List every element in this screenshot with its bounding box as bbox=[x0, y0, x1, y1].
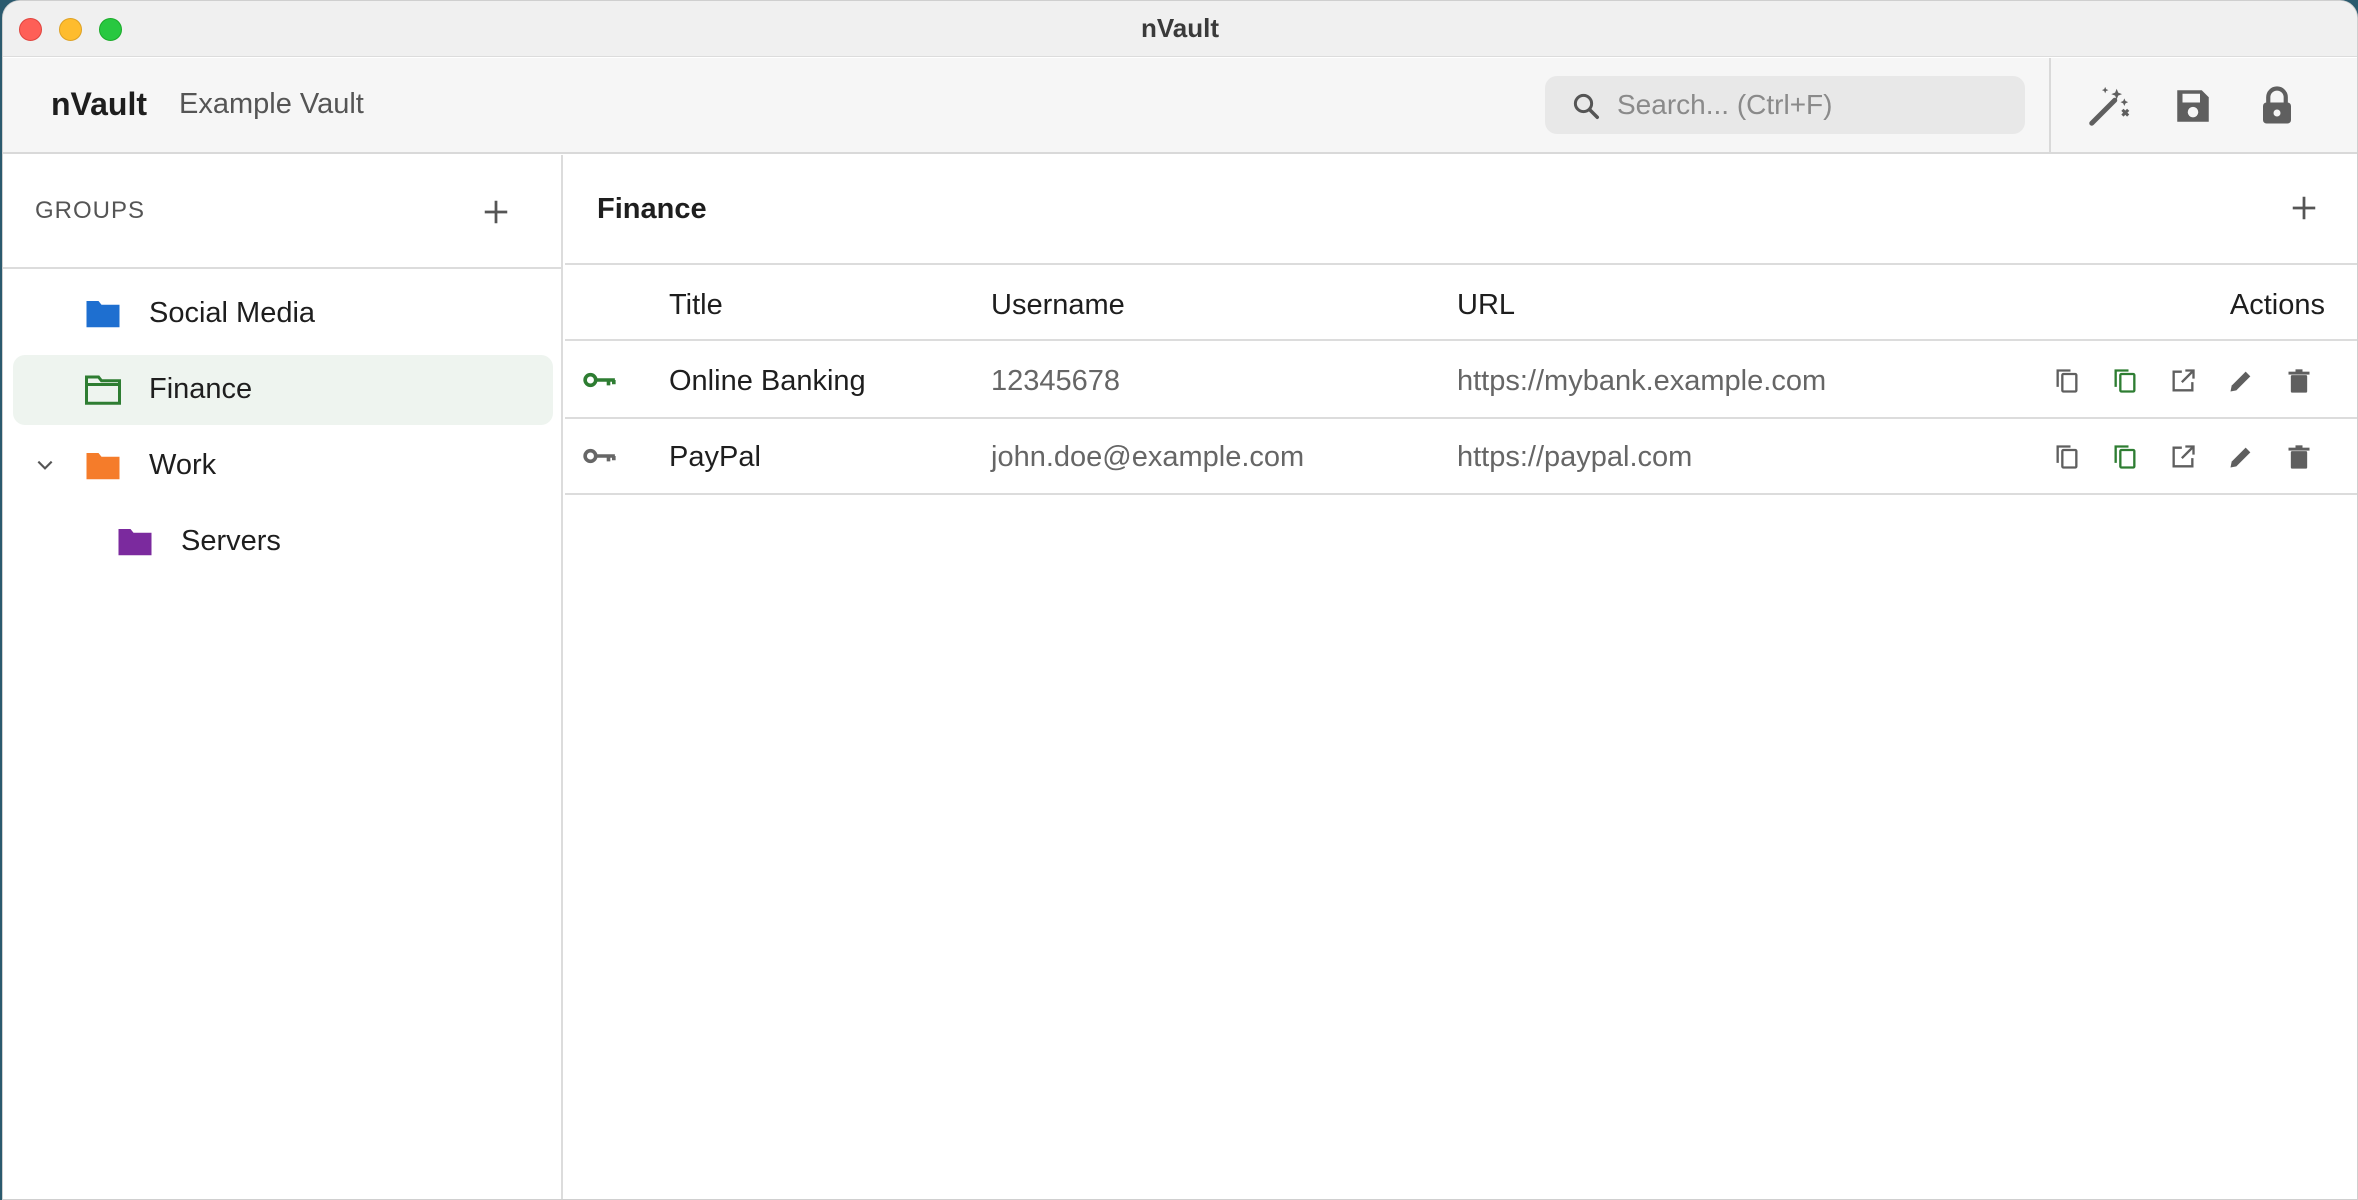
group-title: Finance bbox=[597, 193, 707, 225]
key-icon bbox=[583, 372, 616, 388]
groups-heading: GROUPS bbox=[35, 197, 146, 224]
column-url[interactable]: URL bbox=[1457, 289, 1515, 322]
entries-header: Finance bbox=[565, 155, 2357, 265]
delete-entry-button[interactable] bbox=[2281, 363, 2317, 399]
key-icon bbox=[583, 448, 616, 464]
entry-title: PayPal bbox=[669, 441, 761, 473]
column-title[interactable]: Title bbox=[669, 289, 723, 322]
table-row[interactable]: PayPal john.doe@example.com https://payp… bbox=[565, 419, 2357, 495]
save-icon bbox=[2177, 90, 2209, 122]
pencil-icon bbox=[2230, 371, 2251, 392]
column-username[interactable]: Username bbox=[991, 289, 1125, 322]
entry-url: https://mybank.example.com bbox=[1457, 365, 1827, 397]
copy-password-button[interactable] bbox=[2107, 439, 2143, 475]
group-label: Finance bbox=[149, 373, 253, 405]
entry-url: https://paypal.com bbox=[1457, 441, 1693, 473]
search-input[interactable] bbox=[1617, 84, 2007, 126]
edit-entry-button[interactable] bbox=[2223, 363, 2259, 399]
vault-name: Example Vault bbox=[179, 88, 364, 120]
folder-icon bbox=[118, 529, 152, 556]
copy-icon bbox=[2114, 445, 2136, 469]
window-title: nVault bbox=[1140, 13, 1219, 43]
group-item-work[interactable]: Work bbox=[13, 431, 553, 501]
groups-sidebar: GROUPS Social Media Finance Work Servers bbox=[3, 155, 563, 1199]
copy-icon bbox=[2056, 369, 2078, 393]
column-actions: Actions bbox=[2229, 289, 2325, 321]
entry-username: john.doe@example.com bbox=[991, 441, 1305, 473]
title-bar: nVault bbox=[3, 1, 2357, 57]
header-divider bbox=[2049, 58, 2051, 154]
lock-icon bbox=[2263, 86, 2291, 124]
group-item-finance[interactable]: Finance bbox=[13, 355, 553, 425]
add-group-button[interactable] bbox=[473, 189, 519, 235]
copy-icon bbox=[2056, 445, 2078, 469]
table-row[interactable]: Online Banking 12345678 https://mybank.e… bbox=[565, 343, 2357, 419]
group-item-servers[interactable]: Servers bbox=[13, 507, 553, 577]
plus-icon bbox=[2292, 196, 2316, 220]
delete-entry-button[interactable] bbox=[2281, 439, 2317, 475]
folder-icon bbox=[86, 453, 120, 480]
group-label: Social Media bbox=[149, 297, 316, 329]
copy-username-button[interactable] bbox=[2049, 439, 2085, 475]
open-url-button[interactable] bbox=[2165, 439, 2201, 475]
trash-icon bbox=[2288, 445, 2310, 469]
add-entry-button[interactable] bbox=[2281, 185, 2327, 231]
open-url-button[interactable] bbox=[2165, 363, 2201, 399]
password-generator-button[interactable] bbox=[2083, 80, 2135, 132]
search-icon bbox=[1573, 93, 1599, 119]
entry-title: Online Banking bbox=[669, 365, 866, 397]
magic-wand-icon bbox=[2089, 86, 2130, 126]
plus-icon bbox=[484, 200, 508, 224]
group-item-social-media[interactable]: Social Media bbox=[13, 279, 553, 349]
group-label: Servers bbox=[181, 525, 281, 557]
folder-open-icon bbox=[85, 375, 121, 405]
edit-entry-button[interactable] bbox=[2223, 439, 2259, 475]
copy-username-button[interactable] bbox=[2049, 363, 2085, 399]
save-button[interactable] bbox=[2167, 80, 2219, 132]
copy-password-button[interactable] bbox=[2107, 363, 2143, 399]
entries-panel: Finance Title Username URL Actions Onlin… bbox=[565, 155, 2357, 1199]
external-link-icon bbox=[2172, 445, 2195, 468]
trash-icon bbox=[2288, 369, 2310, 393]
folder-icon bbox=[86, 301, 120, 328]
copy-icon bbox=[2114, 369, 2136, 393]
app-header: nVault Example Vault bbox=[3, 58, 2357, 154]
group-label: Work bbox=[149, 449, 217, 481]
chevron-down-icon[interactable] bbox=[35, 455, 55, 475]
app-window: nVault nVault Example Vault Search... (C… bbox=[2, 0, 2358, 1200]
lock-vault-button[interactable] bbox=[2251, 80, 2303, 132]
pencil-icon bbox=[2230, 447, 2251, 468]
groups-header: GROUPS bbox=[3, 155, 561, 269]
entry-username: 12345678 bbox=[991, 365, 1121, 397]
app-name: nVault bbox=[51, 86, 148, 122]
table-header: Title Username URL Actions bbox=[565, 267, 2357, 341]
search-box[interactable] bbox=[1545, 76, 2025, 134]
external-link-icon bbox=[2172, 369, 2195, 392]
